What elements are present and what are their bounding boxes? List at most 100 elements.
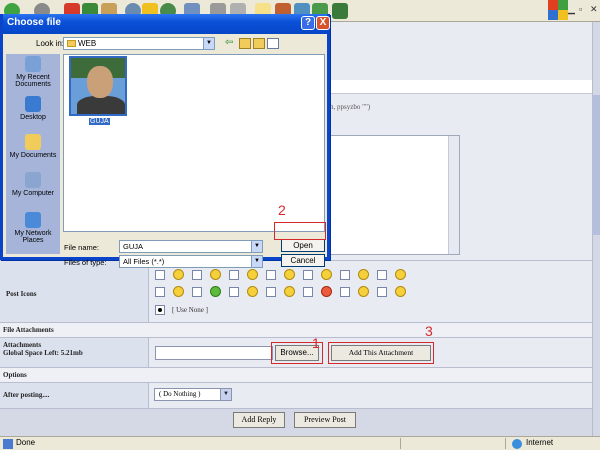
chevron-down-icon[interactable]: ▼ [251, 256, 262, 267]
file-attachments-header [0, 322, 592, 338]
post-icon-radio[interactable] [155, 270, 165, 280]
file-type-label: Files of type: [64, 258, 107, 267]
smiley-icon [358, 269, 369, 280]
file-thumbnail[interactable] [69, 56, 127, 116]
smiley-icon [284, 269, 295, 280]
post-icon-radio[interactable] [192, 287, 202, 297]
smiley-icon [358, 286, 369, 297]
after-posting-value: ( Do Nothing ) [159, 390, 201, 398]
post-icon-radio[interactable] [155, 287, 165, 297]
options-heading: Options [3, 371, 27, 379]
close-button[interactable]: X [316, 16, 330, 30]
smiley-icon [173, 269, 184, 280]
up-folder-icon[interactable] [239, 38, 251, 49]
help-button[interactable]: ? [301, 16, 315, 30]
annotation-number-3: 3 [425, 323, 433, 339]
place-label: My Recent Documents [15, 74, 51, 88]
annotation-number-2: 2 [278, 202, 286, 218]
chevron-down-icon[interactable]: ▼ [203, 38, 214, 49]
use-none-label: [ Use None ] [172, 306, 208, 314]
post-icon-none-radio[interactable] [155, 305, 165, 315]
look-in-select[interactable]: WEB ▼ [63, 37, 215, 50]
recent-documents-icon [25, 56, 41, 72]
new-folder-icon[interactable] [253, 38, 265, 49]
textarea-scrollbar[interactable] [448, 136, 459, 254]
post-icon-radio[interactable] [377, 270, 387, 280]
post-icon-radio[interactable] [266, 287, 276, 297]
window-controls[interactable]: ▁ ▫ ✕ [568, 2, 600, 20]
smiley-icon [247, 269, 258, 280]
status-divider [505, 438, 506, 449]
desktop-icon [25, 96, 41, 112]
annotation-number-1: 1 [312, 335, 320, 351]
look-in-label: Look in: [36, 39, 65, 48]
post-icon-radio[interactable] [377, 287, 387, 297]
photo-face [87, 66, 113, 98]
place-my-documents[interactable]: My Documents [6, 134, 60, 159]
smiley-icon [247, 286, 258, 297]
dialog-title: Choose file [7, 17, 61, 28]
photo-body [77, 96, 125, 114]
back-arrow-icon[interactable]: ⇦ [225, 38, 237, 49]
dialog-titlebar[interactable]: Choose file ? X [3, 14, 330, 34]
open-button[interactable]: Open [281, 239, 325, 252]
background-text: h, ppsyzbo "") [330, 103, 371, 111]
file-name-caption[interactable]: GUJA [89, 118, 110, 125]
smiley-icon [395, 286, 406, 297]
annotation-box-2 [274, 222, 326, 240]
preview-post-button[interactable]: Preview Post [294, 412, 356, 428]
my-computer-icon [25, 172, 41, 188]
file-type-select[interactable]: All Files (*.*) ▼ [119, 255, 263, 268]
windows-logo-icon [548, 0, 568, 20]
post-icon-radio[interactable] [340, 270, 350, 280]
globe-icon [512, 439, 522, 449]
page-icon [3, 439, 13, 449]
place-desktop[interactable]: Desktop [6, 96, 60, 121]
status-text: Done [16, 438, 36, 447]
view-menu-icon[interactable] [267, 38, 279, 49]
add-reply-button[interactable]: Add Reply [233, 412, 285, 428]
file-attachments-heading: File Attachments [3, 326, 54, 334]
chevron-down-icon[interactable]: ▼ [251, 241, 262, 252]
attachment-file-input[interactable] [155, 346, 273, 360]
space-left-label: Global Space Left: 5.21mb [3, 349, 83, 357]
post-icons-label: Post Icons [6, 290, 37, 298]
post-icon-radio[interactable] [192, 270, 202, 280]
smiley-icon [210, 269, 221, 280]
tool-icon[interactable] [332, 3, 348, 19]
security-zone: Internet [526, 438, 554, 447]
place-my-computer[interactable]: My Computer [6, 172, 60, 197]
file-name-input[interactable]: GUJA ▼ [119, 240, 263, 253]
file-name-value: GUJA [123, 242, 144, 251]
look-in-value: WEB [78, 39, 97, 48]
post-icon-radio[interactable] [340, 287, 350, 297]
message-textarea[interactable] [330, 135, 460, 255]
chevron-down-icon[interactable]: ▼ [220, 389, 231, 400]
smiley-icon [395, 269, 406, 280]
smiley-icon [173, 286, 184, 297]
smiley-icon [210, 286, 221, 297]
post-icon-radio[interactable] [303, 270, 313, 280]
smiley-icon [321, 269, 332, 280]
after-posting-label: After posting.... [3, 391, 50, 399]
place-network[interactable]: My Network Places [6, 212, 60, 244]
post-icon-radio[interactable] [303, 287, 313, 297]
scroll-thumb[interactable] [592, 95, 600, 235]
place-label: Desktop [20, 114, 46, 121]
after-posting-select[interactable]: ( Do Nothing ) ▼ [154, 388, 232, 401]
network-places-icon [25, 212, 41, 228]
place-recent-documents[interactable]: My Recent Documents [6, 56, 60, 88]
folder-icon [67, 40, 76, 47]
options-header [0, 367, 592, 383]
status-bar: Done Internet [0, 436, 600, 450]
place-label: My Documents [9, 152, 57, 159]
places-bar: My Recent Documents Desktop My Documents… [6, 54, 60, 254]
post-icon-radio[interactable] [229, 270, 239, 280]
post-icon-radio[interactable] [229, 287, 239, 297]
file-name-label: File name: [64, 243, 100, 252]
annotation-box-3 [328, 342, 434, 364]
post-icon-radio[interactable] [266, 270, 276, 280]
smiley-icon [321, 286, 332, 297]
cancel-button[interactable]: Cancel [281, 254, 325, 267]
place-label: My Computer [11, 190, 54, 197]
